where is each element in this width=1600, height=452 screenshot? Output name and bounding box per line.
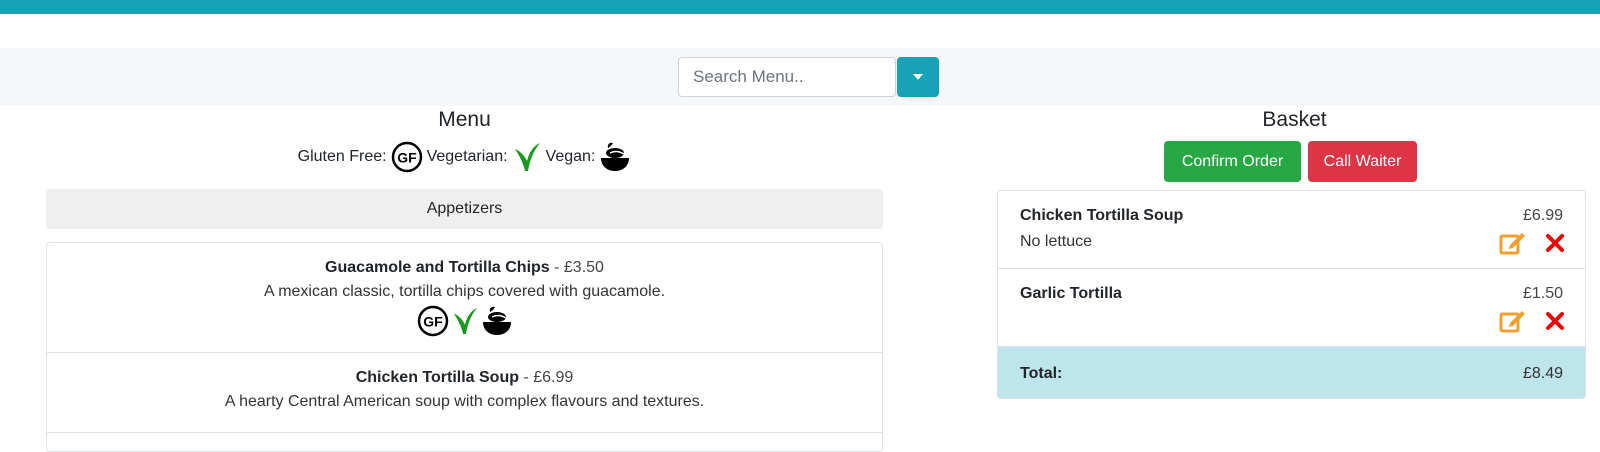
section-header-appetizers[interactable]: Appetizers — [46, 189, 883, 229]
menu-item-price: £3.50 — [563, 259, 604, 276]
vegetarian-icon — [451, 305, 479, 342]
svg-text:GF: GF — [423, 314, 443, 330]
caret-down-icon — [913, 74, 923, 80]
edit-icon[interactable] — [1499, 231, 1527, 255]
total-label: Total: — [1020, 365, 1063, 382]
total-value: £8.49 — [1522, 365, 1563, 382]
legend-gluten-free-label: Gluten Free: — [297, 148, 387, 165]
menu-item-separator: - — [519, 369, 534, 386]
menu-item-dietary-icons: GF — [47, 305, 882, 342]
basket-list: Chicken Tortilla Soup No lettuce £6.99 G… — [997, 190, 1586, 399]
gluten-free-icon: GF — [417, 305, 449, 342]
menu-title: Menu — [438, 108, 491, 131]
basket-item-note: No lettuce — [1020, 233, 1093, 250]
vegan-icon — [481, 305, 513, 342]
basket-title: Basket — [1262, 108, 1327, 131]
gluten-free-icon: GF — [391, 141, 423, 173]
legend-vegetarian-label: Vegetarian: — [426, 148, 508, 165]
dietary-legend: Gluten Free: GF Vegetarian: Vegan: — [46, 140, 883, 174]
vegan-icon — [599, 141, 631, 173]
menu-item-description: A mexican classic, tortilla chips covere… — [263, 283, 666, 300]
basket-item: Garlic Tortilla £1.50 — [998, 269, 1585, 347]
basket-item-price: £6.99 — [1522, 207, 1563, 224]
basket-item-price: £1.50 — [1522, 285, 1563, 302]
basket-item: Chicken Tortilla Soup No lettuce £6.99 — [998, 191, 1585, 269]
basket-item-name: Chicken Tortilla Soup — [1020, 207, 1184, 224]
confirm-order-button[interactable]: Confirm Order — [1164, 141, 1301, 182]
menu-list: Guacamole and Tortilla Chips - £3.50 A m… — [46, 242, 883, 452]
search-input[interactable] — [678, 57, 896, 97]
menu-item-price: £6.99 — [533, 369, 574, 386]
edit-icon[interactable] — [1499, 309, 1527, 333]
search-bar — [0, 48, 1600, 106]
menu-item-name: Chicken Tortilla Soup — [355, 369, 519, 386]
delete-icon[interactable] — [1545, 311, 1565, 331]
legend-vegan-label: Vegan: — [545, 148, 596, 165]
svg-text:GF: GF — [397, 150, 417, 166]
menu-item[interactable]: Chicken Tortilla Soup - £6.99 A hearty C… — [47, 353, 882, 433]
vegetarian-icon — [512, 141, 542, 173]
menu-item-separator: - — [549, 259, 564, 276]
call-waiter-button[interactable]: Call Waiter — [1308, 141, 1417, 182]
search-dropdown-button[interactable] — [897, 57, 939, 97]
basket-total-row: Total: £8.49 — [998, 347, 1585, 398]
top-accent-bar — [0, 0, 1600, 14]
menu-item-description: A hearty Central American soup with comp… — [224, 393, 705, 410]
menu-item-name: Guacamole and Tortilla Chips — [325, 259, 550, 276]
basket-item-name: Garlic Tortilla — [1020, 285, 1122, 302]
menu-item[interactable]: Guacamole and Tortilla Chips - £3.50 A m… — [47, 243, 882, 353]
delete-icon[interactable] — [1545, 233, 1565, 253]
